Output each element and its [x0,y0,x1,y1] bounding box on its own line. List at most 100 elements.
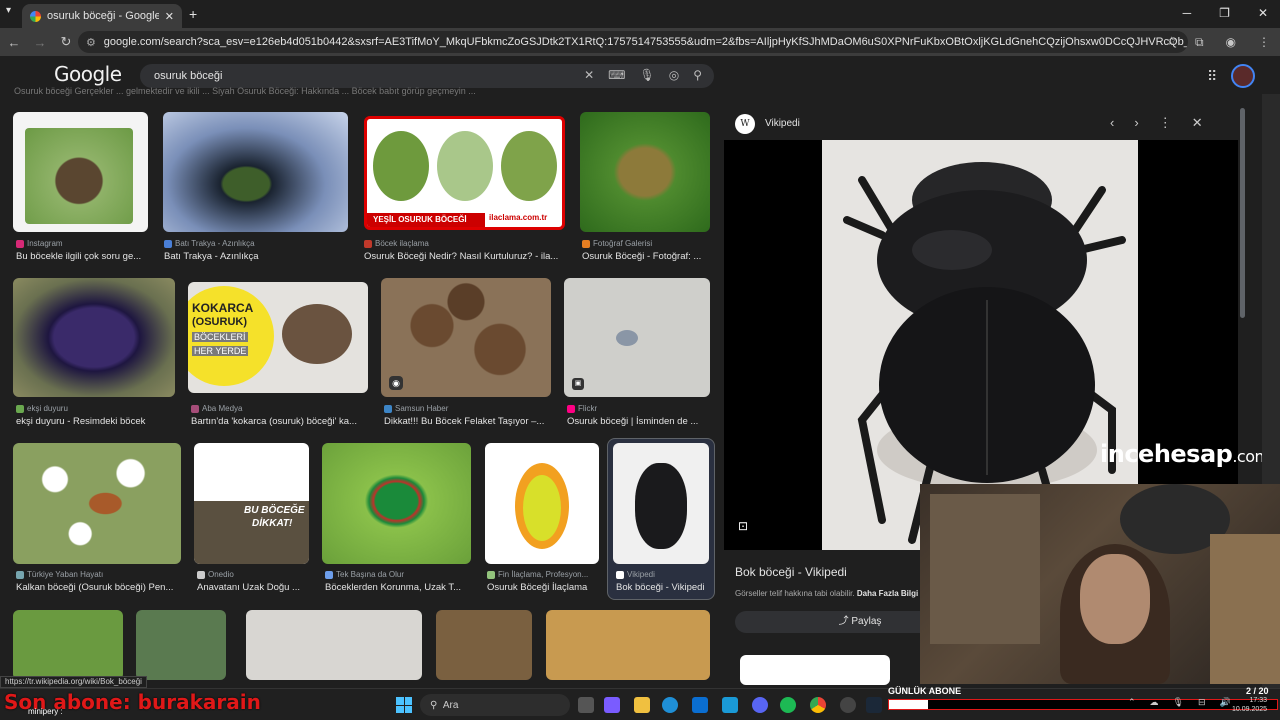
result-caption[interactable]: Bok böceği - Vikipedi [616,582,712,593]
keyboard-icon[interactable]: ⌨ [608,68,625,82]
result-thumbnail[interactable]: ◉ [381,278,551,397]
edge-icon[interactable] [662,697,678,713]
google-logo[interactable]: Google [54,62,122,86]
steam-icon[interactable] [866,697,882,713]
result-thumbnail[interactable]: BU BÖCEĞE DİKKAT! [194,443,309,564]
result-thumbnail[interactable] [613,443,709,564]
instagram-icon [16,239,24,248]
clock[interactable]: 17:33 10.09.2025 [1232,696,1267,714]
result-caption[interactable]: Bu böcekle ilgili çok soru ge... [16,251,156,262]
back-icon[interactable]: ← [2,35,26,50]
result-caption[interactable]: Kalkan böceği (Osuruk böceği) Pen... [16,582,180,593]
discord-icon[interactable] [752,697,768,713]
result-caption[interactable]: Osuruk böceği | İsminden de ... [567,416,713,427]
result-thumbnail[interactable]: YEŞİL OSURUK BÖCEĞİ ilaclama.com.tr [364,116,565,230]
site-icon [487,570,495,579]
star-icon[interactable]: ☆ [1166,34,1177,48]
browser-tab[interactable]: osuruk böceği - Google'da Ara ✕ [22,4,182,28]
search-input[interactable]: osuruk böceği ✕ ⌨ 🎙 ◎ ⚲ [140,64,714,88]
result-thumbnail[interactable] [13,278,175,397]
forward-icon[interactable]: → [28,35,52,50]
new-tab-button[interactable]: + [189,6,197,22]
mic-icon[interactable]: 🎙 [639,68,654,82]
result-caption[interactable]: Osuruk Böceği - Fotoğraf: ... [582,251,712,262]
apps-icon[interactable]: ⠿ [1207,68,1217,85]
result-caption[interactable]: Osuruk Böceği İlaçlama [487,582,601,593]
search-icon: ⚲ [430,699,443,711]
extensions-icon[interactable]: ⧉ [1195,35,1204,50]
prev-icon[interactable]: ‹ [1110,115,1114,131]
close-icon[interactable]: ✕ [1192,115,1203,131]
cloud-icon[interactable]: ☁ [1150,697,1159,708]
preview-title[interactable]: Bok böceği - Vikipedi [735,565,847,579]
sub-goal-label: GÜNLÜK ABONE [888,686,962,696]
result-caption[interactable]: Dikkat!!! Bu Böcek Felaket Taşıyor –... [384,416,554,427]
site-icon [191,404,199,413]
clear-icon[interactable]: ✕ [584,68,594,82]
preview-source[interactable]: Vikipedi [765,118,800,129]
tab-close-icon[interactable]: ✕ [165,10,174,23]
volume-icon[interactable]: 🔊 [1220,697,1231,708]
result-thumbnail[interactable] [580,112,710,232]
result-thumbnail[interactable] [546,610,710,680]
search-query: osuruk böceği [154,70,223,82]
thumb-label: (OSURUK) [192,316,247,328]
spotify-icon[interactable] [780,697,796,713]
task-view-icon[interactable] [578,697,594,713]
profile-icon[interactable]: ◉ [1226,35,1236,50]
result-thumbnail[interactable]: KOKARCA (OSURUK) BÖCEKLERİ HER YERDE [188,282,368,393]
file-explorer-icon[interactable] [634,697,650,713]
result-thumbnail[interactable] [436,610,532,680]
avatar[interactable] [1231,64,1255,88]
result-thumbnail[interactable] [13,443,181,564]
more-info-link[interactable]: Daha Fazla Bilgi [857,589,918,598]
search-icon[interactable]: ⚲ [693,68,702,82]
result-thumbnail[interactable] [13,112,148,232]
tab-search-icon[interactable]: ▾ [6,5,18,19]
result-caption[interactable]: ekşi duyuru - Resimdeki böcek [16,416,176,427]
related-thumbnail[interactable] [740,655,890,685]
maximize-icon[interactable]: ❐ [1219,6,1230,20]
store-icon[interactable] [692,697,708,713]
result-caption[interactable]: Batı Trakya - Azınlıkça [164,251,349,262]
next-icon[interactable]: › [1134,115,1138,131]
watermark: incehesap.com [1100,440,1270,468]
result-thumbnail[interactable] [13,610,123,680]
window-close-icon[interactable]: ✕ [1258,6,1268,20]
result-caption[interactable]: Bartın'da 'kokarca (osuruk) böceği' ka..… [191,416,371,427]
scrollbar[interactable] [1240,108,1245,318]
result-thumbnail[interactable]: ▣ [564,278,710,397]
copilot-icon[interactable] [604,697,620,713]
menu-icon[interactable]: ⋮ [1258,35,1270,50]
network-icon[interactable]: ⊟ [1198,697,1206,708]
chevron-up-icon[interactable]: ⌃ [1128,697,1136,708]
tab-bar: ▾ osuruk böceği - Google'da Ara ✕ + ─ ❐ … [0,0,1280,28]
result-caption[interactable]: Böceklerden Korunma, Uzak T... [325,582,471,593]
result-thumbnail[interactable] [246,610,422,680]
lens-icon[interactable]: ⊡ [738,519,748,533]
taskbar-search[interactable]: ⚲ Ara [420,694,570,716]
result-thumbnail[interactable] [485,443,599,564]
navigation-bar: ← → ↻ ⚙ google.com/search?sca_esv=e126eb… [0,28,1280,56]
minimize-icon[interactable]: ─ [1183,6,1192,20]
result-thumbnail[interactable] [322,443,471,564]
result-thumbnail[interactable] [163,112,348,232]
result-source: Aba Medya [191,404,371,413]
thumb-label: DİKKAT! [252,518,293,529]
chrome-icon[interactable] [810,697,826,713]
reload-icon[interactable]: ↻ [54,34,78,50]
site-icon [364,239,372,248]
windows-start-icon[interactable] [396,697,412,713]
result-caption[interactable]: Anavatanı Uzak Doğu ... [197,582,307,593]
mic-icon[interactable]: 🎙 [1173,697,1184,708]
result-caption[interactable]: Osuruk Böceği Nedir? Nasıl Kurtuluruz? -… [364,251,564,262]
address-bar[interactable]: ⚙ google.com/search?sca_esv=e126eb4d051b… [78,31,1188,53]
result-thumbnail[interactable] [136,610,226,680]
site-icon [16,570,24,579]
more-icon[interactable]: ⋮ [1159,115,1172,131]
lens-icon[interactable]: ◎ [669,68,679,82]
app-icon[interactable] [722,697,738,713]
obs-icon[interactable] [840,697,856,713]
google-favicon-icon [30,10,41,22]
site-info-icon[interactable]: ⚙ [86,36,98,49]
